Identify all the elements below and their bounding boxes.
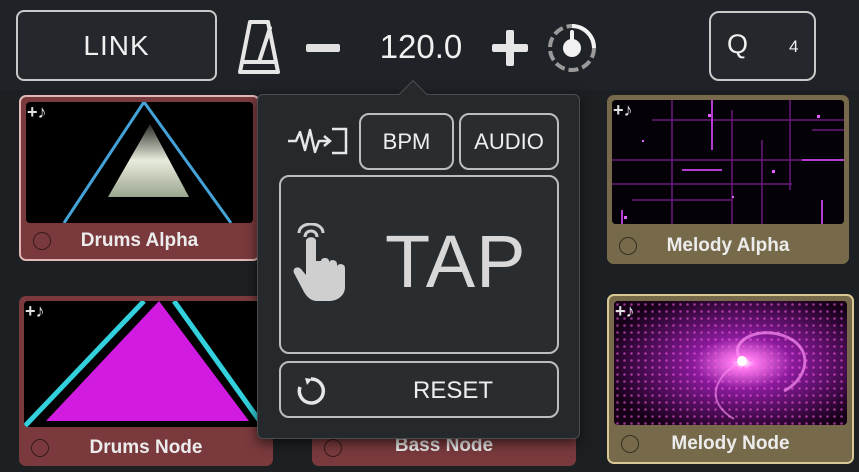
clip-status-indicator[interactable] xyxy=(621,435,639,453)
metronome-icon[interactable] xyxy=(236,18,282,76)
clip-tile-drums-node[interactable]: +♪ Drums Node xyxy=(19,296,273,466)
add-note-icon[interactable]: +♪ xyxy=(615,302,635,320)
tap-hand-icon xyxy=(291,222,349,303)
add-note-icon[interactable]: +♪ xyxy=(25,302,45,320)
reset-icon xyxy=(295,375,327,407)
clip-name: Melody Alpha xyxy=(666,235,790,256)
tempo-display[interactable]: 120.0 xyxy=(366,22,476,72)
plus-icon xyxy=(492,30,528,66)
clip-tile-melody-alpha[interactable]: +♪ Melody Alpha xyxy=(607,95,849,264)
audio-source-button[interactable]: AUDIO xyxy=(459,113,559,170)
clip-name: Drums Node xyxy=(89,437,203,458)
clip-thumbnail xyxy=(614,301,847,425)
link-button[interactable]: LINK xyxy=(16,10,217,81)
clip-footer: Drums Alpha xyxy=(21,223,258,259)
add-note-icon[interactable]: +♪ xyxy=(27,103,47,121)
clip-status-indicator[interactable] xyxy=(324,439,342,457)
clip-status-indicator[interactable] xyxy=(619,237,637,255)
clip-name: Drums Alpha xyxy=(80,230,199,251)
quantization-value: 4 xyxy=(789,37,799,56)
link-label: LINK xyxy=(83,29,150,61)
clip-tile-melody-node[interactable]: +♪ Melody Node xyxy=(607,294,854,464)
minus-icon xyxy=(306,44,340,52)
clip-thumbnail xyxy=(612,100,844,224)
reset-button[interactable]: RESET xyxy=(279,361,559,418)
clip-status-indicator[interactable] xyxy=(31,439,49,457)
clip-thumbnail xyxy=(24,301,268,427)
tempo-value: 120.0 xyxy=(379,28,463,65)
tap-button[interactable]: TAP xyxy=(279,175,559,354)
add-note-icon[interactable]: +♪ xyxy=(613,101,633,119)
quantization-label: Q xyxy=(727,29,749,59)
clip-footer: Drums Node xyxy=(19,430,273,466)
bpm-source-label: BPM xyxy=(382,128,431,154)
quantization-button[interactable]: Q 4 xyxy=(709,11,816,81)
audio-input-icon xyxy=(286,126,350,156)
tempo-decrease-button[interactable] xyxy=(301,30,345,66)
clip-status-indicator[interactable] xyxy=(33,232,51,250)
clip-footer: Melody Node xyxy=(609,426,852,462)
clip-tile-drums-alpha[interactable]: +♪ Drums Alpha xyxy=(19,95,260,261)
clip-thumbnail xyxy=(26,102,253,223)
bpm-source-button[interactable]: BPM xyxy=(359,113,454,170)
clip-name: Melody Node xyxy=(671,433,790,454)
clock-icon[interactable] xyxy=(546,22,598,74)
audio-source-label: AUDIO xyxy=(474,128,544,154)
tap-label: TAP xyxy=(385,220,527,303)
reset-label: RESET xyxy=(413,377,494,404)
tempo-increase-button[interactable] xyxy=(490,26,530,70)
clip-footer: Melody Alpha xyxy=(607,228,849,264)
